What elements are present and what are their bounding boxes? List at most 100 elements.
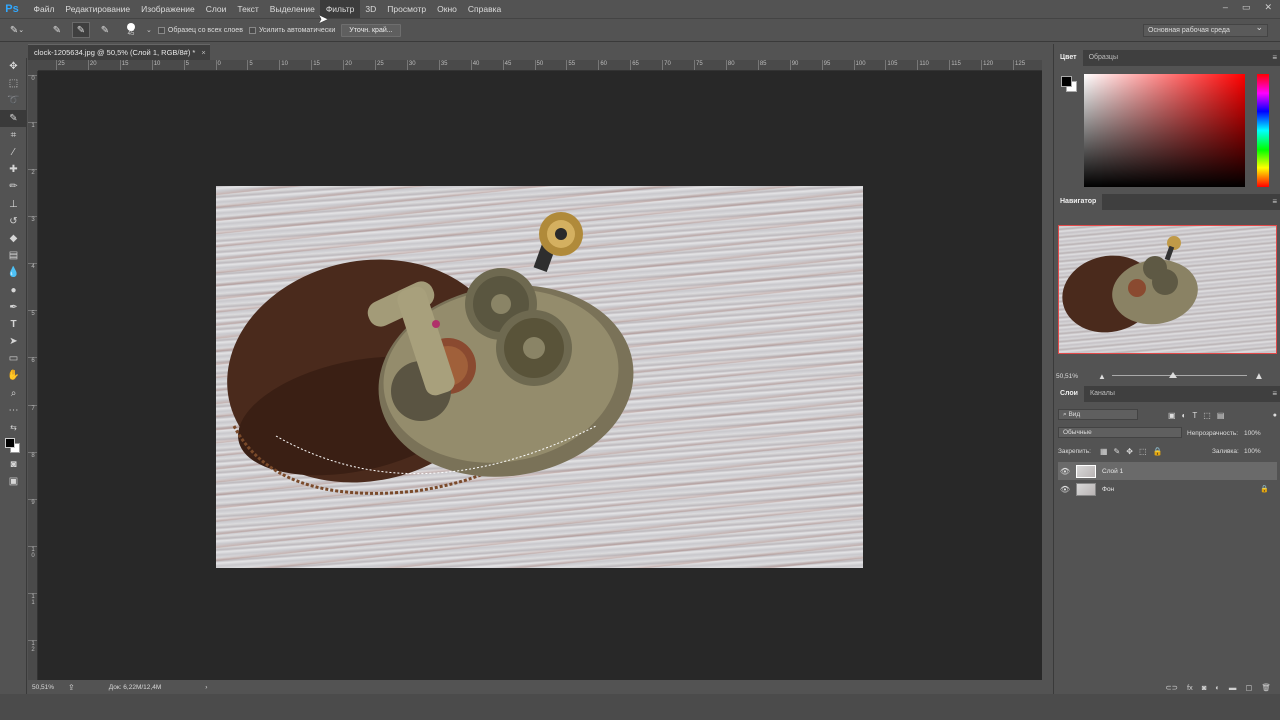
move-tool-icon[interactable]: ✥ <box>0 58 27 75</box>
quick-mask-icon[interactable]: ◙ <box>0 456 27 473</box>
subtract-from-selection-button[interactable]: ✎ <box>96 22 114 38</box>
menu-type[interactable]: Текст <box>232 0 264 18</box>
foreground-color-swatch[interactable] <box>5 438 15 449</box>
more-tools-icon[interactable]: ⋯ <box>0 402 27 419</box>
horizontal-ruler[interactable]: 25 20 15 10 5 0 5 10 15 20 25 30 35 40 45 50 55 60 65 70 75 8… <box>38 60 1042 71</box>
hue-slider[interactable] <box>1257 74 1269 187</box>
layer-row-1[interactable]: 👁 Слой 1 <box>1058 462 1277 480</box>
navigator-zoom-slider[interactable] <box>1112 375 1247 376</box>
navigator-thumbnail[interactable] <box>1058 225 1277 354</box>
new-selection-button[interactable]: ✎ <box>48 22 66 38</box>
close-button[interactable]: ✕ <box>1264 2 1272 13</box>
mouse-cursor-icon: ➤ <box>318 12 329 26</box>
zoom-level[interactable]: 50,51% <box>32 684 54 691</box>
eyedropper-tool-icon[interactable]: ⁄ <box>0 144 27 161</box>
export-icon[interactable]: ⇪ <box>68 683 75 692</box>
vertical-ruler[interactable]: 0 1 2 3 4 5 6 7 8 9 1 0 1 1 1 2 <box>28 71 38 680</box>
menu-select[interactable]: Выделение <box>264 0 320 18</box>
quick-selection-tool-icon[interactable]: ✎ <box>0 109 27 127</box>
type-tool-icon[interactable]: T <box>0 316 27 333</box>
menu-view[interactable]: Просмотр <box>382 0 432 18</box>
lock-icons[interactable]: ▦✎✥⬚🔒 <box>1100 447 1168 456</box>
menu-help[interactable]: Справка <box>462 0 506 18</box>
dodge-tool-icon[interactable]: ● <box>0 281 27 298</box>
zoom-in-icon[interactable]: ▲ <box>1254 371 1264 382</box>
eraser-tool-icon[interactable]: ◆ <box>0 230 27 247</box>
ps-logo[interactable]: Ps <box>0 0 24 18</box>
rectangle-tool-icon[interactable]: ▭ <box>0 350 27 367</box>
screen-mode-icon[interactable]: ▣ <box>0 473 27 490</box>
auto-enhance-checkbox[interactable]: Усилить автоматически <box>248 26 335 34</box>
menu-window[interactable]: Окно <box>432 0 463 18</box>
ruler-tick-label: 25 <box>375 60 384 70</box>
gradient-tool-icon[interactable]: ▤ <box>0 247 27 264</box>
delete-layer-icon[interactable]: 🗑 <box>1261 683 1271 692</box>
navigator-zoom-value[interactable]: 50,51% <box>1056 373 1078 380</box>
new-layer-icon[interactable]: ▢ <box>1245 683 1252 692</box>
minimize-button[interactable]: – <box>1223 2 1228 13</box>
close-icon[interactable]: × <box>201 48 205 57</box>
panel-menu-icon[interactable]: ≡ <box>1272 194 1277 210</box>
crop-tool-icon[interactable]: ⌗ <box>0 127 27 144</box>
path-selection-tool-icon[interactable]: ➤ <box>0 333 27 350</box>
tool-preset-picker[interactable]: ✎ ⌄ <box>8 22 26 38</box>
healing-brush-tool-icon[interactable]: ✚ <box>0 161 27 178</box>
zoom-out-icon[interactable]: ▲ <box>1098 372 1106 381</box>
panel-menu-icon[interactable]: ≡ <box>1272 386 1277 402</box>
marquee-tool-icon[interactable]: ⬚ <box>0 75 27 92</box>
filter-icons[interactable]: ▣◐T⬚▤ <box>1168 411 1230 420</box>
tab-swatches[interactable]: Образцы <box>1083 50 1124 66</box>
layer-filter-value: Вид <box>1068 411 1081 418</box>
blend-mode-select[interactable]: Обычные <box>1058 427 1182 438</box>
menu-3d[interactable]: 3D <box>360 0 382 18</box>
menu-file[interactable]: Файл <box>28 0 60 18</box>
right-panels: Цвет Образцы ≡ Навигатор ≡ 50,51% ▲ ▲ Сл… <box>1053 44 1280 694</box>
brush-size-picker[interactable]: 45 <box>122 23 140 37</box>
new-group-icon[interactable]: ▬ <box>1229 683 1237 692</box>
zoom-tool-icon[interactable]: ⌕ <box>0 385 27 402</box>
add-to-selection-button[interactable]: ✎ <box>72 22 90 38</box>
hand-tool-icon[interactable]: ✋ <box>0 367 27 384</box>
navigator-slider-thumb[interactable] <box>1169 372 1177 378</box>
eye-icon[interactable]: 👁 <box>1058 485 1072 494</box>
clone-stamp-tool-icon[interactable]: ⊥ <box>0 196 27 213</box>
layer-name[interactable]: Фон <box>1102 486 1114 493</box>
link-layers-icon[interactable]: ⊂⊃ <box>1165 683 1178 692</box>
layer-row-background[interactable]: 👁 Фон 🔒 <box>1058 480 1277 498</box>
menu-layers[interactable]: Слои <box>200 0 232 18</box>
pen-tool-icon[interactable]: ✒ <box>0 299 27 316</box>
panel-menu-icon[interactable]: ≡ <box>1272 50 1277 66</box>
history-brush-tool-icon[interactable]: ↺ <box>0 213 27 230</box>
chevron-down-icon[interactable]: ⌄ <box>146 26 152 34</box>
filter-toggle-icon[interactable]: ● <box>1273 412 1277 419</box>
tab-navigator[interactable]: Навигатор <box>1054 194 1103 210</box>
swap-colors-icon[interactable]: ⇆ <box>0 419 27 436</box>
adjustment-layer-icon[interactable]: ◐ <box>1215 683 1220 692</box>
workspace-select[interactable]: Основная рабочая среда <box>1143 22 1268 37</box>
tab-channels[interactable]: Каналы <box>1084 386 1121 402</box>
eye-icon[interactable]: 👁 <box>1058 467 1072 476</box>
menu-edit[interactable]: Редактирование <box>60 0 136 18</box>
brush-tool-icon[interactable]: ✏ <box>0 178 27 195</box>
color-swatches[interactable] <box>0 436 26 456</box>
layers-panel-footer: ⊂⊃ fx ◙ ◐ ▬ ▢ 🗑 <box>1054 680 1280 694</box>
add-mask-icon[interactable]: ◙ <box>1202 683 1207 692</box>
layer-filter-select[interactable]: ⌕ Вид <box>1058 409 1138 420</box>
status-menu-arrow[interactable]: › <box>205 684 207 691</box>
tab-layers[interactable]: Слои <box>1054 386 1084 402</box>
maximize-button[interactable]: ▭ <box>1242 2 1251 13</box>
sample-all-layers-checkbox[interactable]: Образец со всех слоев <box>157 26 243 34</box>
document-image[interactable] <box>216 186 863 568</box>
color-field[interactable] <box>1084 74 1245 187</box>
lasso-tool-icon[interactable]: ➰ <box>0 92 27 109</box>
document-tab[interactable]: clock-1205634.jpg @ 50,5% (Слой 1, RGB/8… <box>28 44 210 60</box>
blur-tool-icon[interactable]: 💧 <box>0 264 27 281</box>
refine-edge-button[interactable]: Уточн. край... <box>341 23 401 37</box>
fx-icon[interactable]: fx <box>1187 683 1193 692</box>
fg-color-chip[interactable] <box>1061 76 1072 87</box>
tab-color[interactable]: Цвет <box>1054 50 1083 66</box>
layer-name[interactable]: Слой 1 <box>1102 468 1123 475</box>
opacity-value[interactable]: 100% <box>1244 430 1261 437</box>
fill-value[interactable]: 100% <box>1244 448 1261 455</box>
menu-image[interactable]: Изображение <box>136 0 201 18</box>
